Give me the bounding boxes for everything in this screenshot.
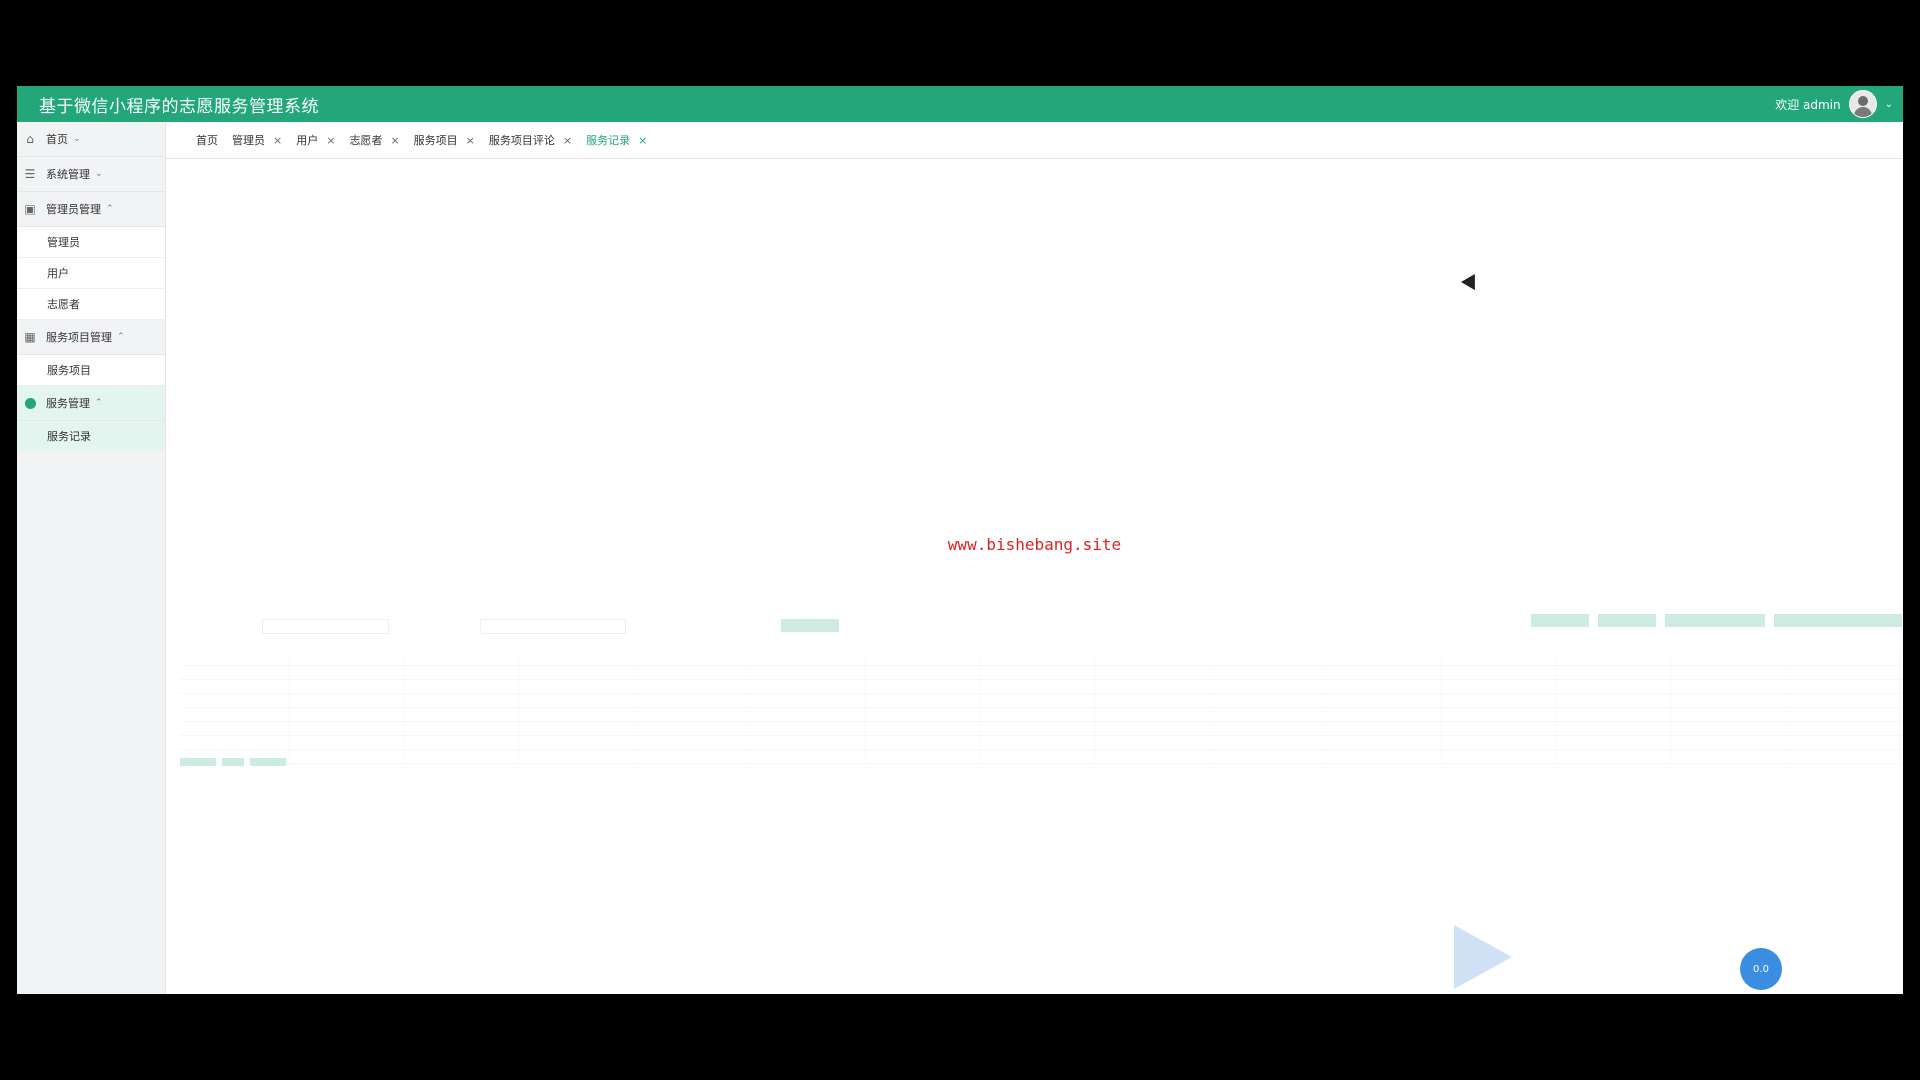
chevron-up-icon: ⌃ <box>106 204 114 214</box>
tab-label: 服务记录 <box>586 134 631 147</box>
search-row <box>180 614 1902 644</box>
close-icon[interactable]: × <box>466 134 475 147</box>
table-row[interactable] <box>180 749 1903 764</box>
pager-control[interactable] <box>222 758 244 766</box>
table-row[interactable] <box>180 707 1903 722</box>
record-table <box>180 652 1903 764</box>
pager-control[interactable] <box>250 758 286 766</box>
system-title: 基于微信小程序的志愿服务管理系统 <box>39 96 319 117</box>
welcome-text: 欢迎 admin <box>1775 97 1841 112</box>
tab-label: 管理员 <box>232 134 265 147</box>
chevron-up-icon: ⌃ <box>117 332 125 342</box>
grid-icon: ▦ <box>24 330 36 344</box>
menu-icon: ☰ <box>24 167 36 181</box>
sidebar-item-admin-mgmt[interactable]: ▣ 管理员管理 ⌃ <box>17 192 165 227</box>
sidebar-subitem-admin[interactable]: 管理员 <box>17 227 165 258</box>
chevron-up-icon: ⌃ <box>95 398 103 408</box>
home-icon: ⌂ <box>26 132 34 146</box>
sidebar-subitem-user[interactable]: 用户 <box>17 258 165 289</box>
tab-admin[interactable]: 管理员 × <box>232 132 282 148</box>
sidebar-subitem-service-record[interactable]: 服务记录 <box>17 421 165 452</box>
user-menu[interactable]: 欢迎 admin ⌄ <box>1775 86 1893 122</box>
chevron-down-icon: ⌄ <box>95 169 103 179</box>
close-icon[interactable]: × <box>638 134 647 147</box>
sidebar: ⌂ 首页 ⌄ ☰ 系统管理 ⌄ ▣ 管理员管理 ⌃ 管理员 用户 志愿者 ▦ 服… <box>17 122 166 994</box>
table-row[interactable] <box>180 679 1903 694</box>
table-header-row <box>180 652 1903 666</box>
sidebar-item-system[interactable]: ☰ 系统管理 ⌄ <box>17 157 165 192</box>
tab-user[interactable]: 用户 × <box>296 132 335 148</box>
circle-icon <box>23 396 37 410</box>
pager-control[interactable] <box>180 758 216 766</box>
search-button[interactable] <box>781 619 839 632</box>
sidebar-item-label: 系统管理 <box>46 168 90 181</box>
sidebar-subitem-label: 志愿者 <box>47 298 80 311</box>
table-row[interactable] <box>180 735 1903 750</box>
tab-label: 用户 <box>296 134 319 147</box>
top-header: 基于微信小程序的志愿服务管理系统 欢迎 admin ⌄ <box>17 86 1903 122</box>
floating-button[interactable]: 0.0 <box>1740 948 1782 990</box>
sidebar-item-label: 服务项目管理 <box>46 331 112 344</box>
chevron-down-icon: ⌄ <box>73 134 81 144</box>
tab-label: 首页 <box>196 134 218 147</box>
avatar[interactable] <box>1848 90 1877 118</box>
sidebar-subitem-service-project[interactable]: 服务项目 <box>17 355 165 386</box>
main-content: www.bishebang.site <box>166 159 1903 994</box>
play-icon <box>1454 925 1512 989</box>
tab-service-project-comment[interactable]: 服务项目评论 × <box>489 132 572 148</box>
sidebar-subitem-label: 管理员 <box>47 236 80 249</box>
search-input[interactable] <box>262 619 389 634</box>
pagination[interactable] <box>180 758 286 766</box>
sidebar-item-label: 首页 <box>46 133 68 146</box>
table-row[interactable] <box>180 693 1903 708</box>
sidebar-item-home[interactable]: ⌂ 首页 ⌄ <box>17 122 165 157</box>
briefcase-icon: ▣ <box>24 202 36 216</box>
action-button[interactable] <box>1665 614 1765 627</box>
close-icon[interactable]: × <box>563 134 572 147</box>
tab-home[interactable]: 首页 <box>196 132 218 148</box>
watermark-text: www.bishebang.site <box>947 535 1122 554</box>
action-button[interactable] <box>1598 614 1656 627</box>
tab-volunteer[interactable]: 志愿者 × <box>349 132 399 148</box>
tab-label: 志愿者 <box>349 134 383 147</box>
app-window: 基于微信小程序的志愿服务管理系统 欢迎 admin ⌄ ⌂ 首页 ⌄ ☰ 系统管… <box>17 86 1903 994</box>
close-icon[interactable]: × <box>326 134 335 147</box>
chevron-down-icon[interactable]: ⌄ <box>1885 99 1893 110</box>
action-button[interactable] <box>1531 614 1589 627</box>
sidebar-item-service-project-mgmt[interactable]: ▦ 服务项目管理 ⌃ <box>17 320 165 355</box>
tab-service-project[interactable]: 服务项目 × <box>414 132 475 148</box>
faded-list-view <box>180 614 1903 766</box>
sidebar-subitem-label: 服务项目 <box>47 364 91 377</box>
sidebar-subitem-label: 服务记录 <box>47 430 91 443</box>
table-row[interactable] <box>180 665 1903 680</box>
search-input[interactable] <box>480 619 626 634</box>
action-button[interactable] <box>1774 614 1902 627</box>
sidebar-subitem-volunteer[interactable]: 志愿者 <box>17 289 165 320</box>
sidebar-item-service-mgmt[interactable]: 服务管理 ⌃ <box>17 386 165 421</box>
sidebar-item-label: 管理员管理 <box>46 203 101 216</box>
tab-label: 服务项目 <box>413 134 458 147</box>
table-row[interactable] <box>180 721 1903 736</box>
close-icon[interactable]: × <box>390 134 399 147</box>
sidebar-subitem-label: 用户 <box>47 267 69 280</box>
tab-bar: 首页 管理员 × 用户 × 志愿者 × 服务项目 × 服务项目评论 × 服务记录… <box>166 122 1903 159</box>
tab-label: 服务项目评论 <box>488 134 555 147</box>
tab-service-record[interactable]: 服务记录 × <box>586 132 647 148</box>
sidebar-item-label: 服务管理 <box>46 397 90 410</box>
close-icon[interactable]: × <box>273 134 282 147</box>
